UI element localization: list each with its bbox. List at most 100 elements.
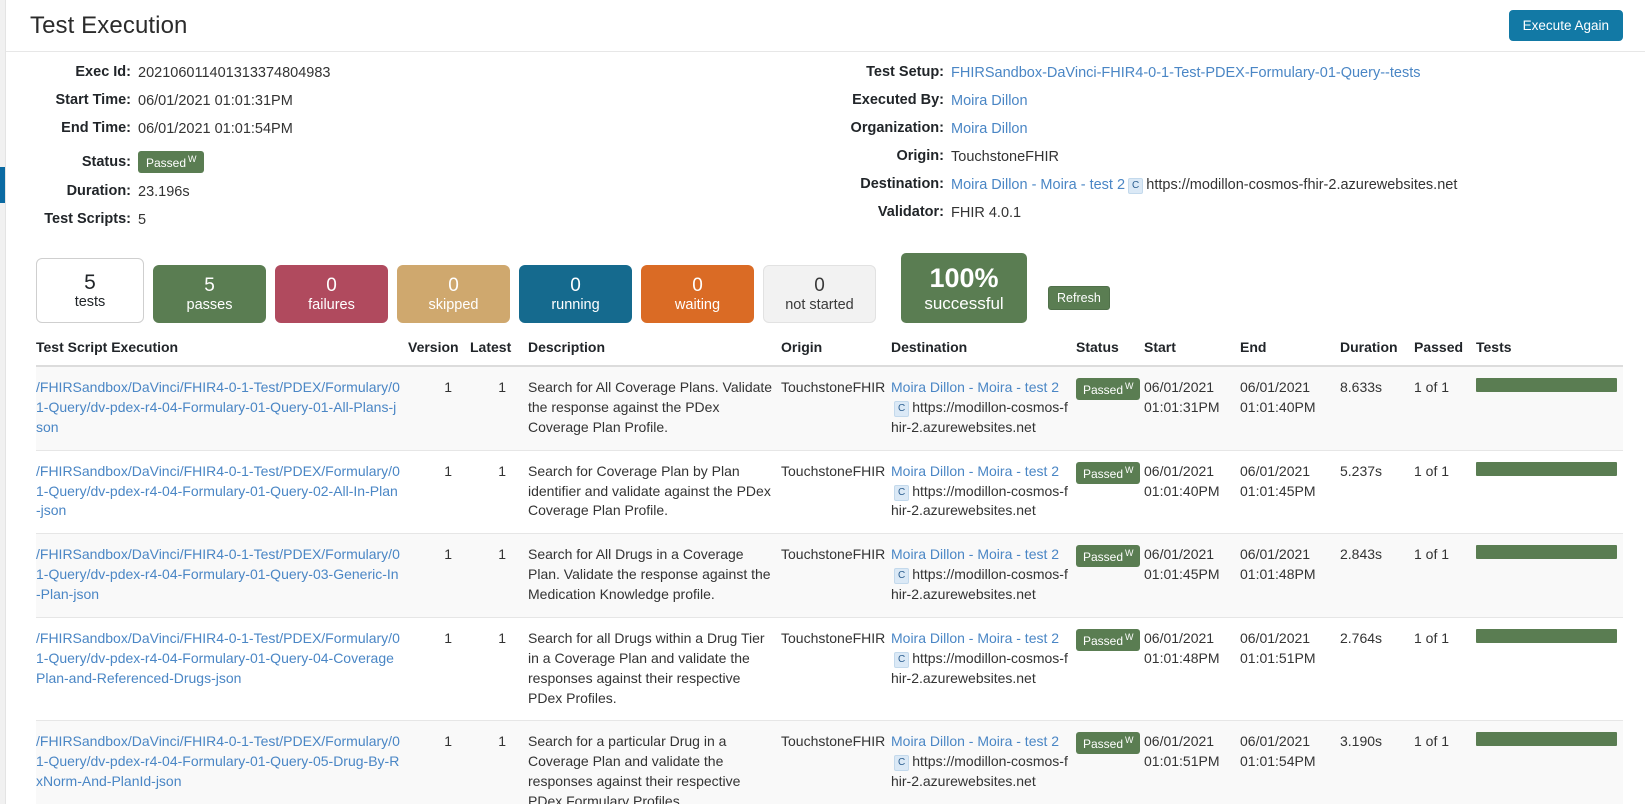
description-text: Search for All Coverage Plans. Validate … [528,379,773,435]
end-date: 06/01/2021 [1240,733,1311,750]
destination-link[interactable]: Moira Dillon - Moira - test 2 [891,630,1059,646]
meta-row: Test Scripts: 5 [6,211,436,232]
column-header-latest[interactable]: Latest [470,339,528,367]
execute-again-button[interactable]: Execute Again [1508,9,1623,42]
meta-value-link[interactable]: Moira Dillon [951,93,1028,109]
tests-progress-fill [1476,378,1617,392]
table-row[interactable]: /FHIRSandbox/DaVinci/FHIR4-0-1-Test/PDEX… [36,533,1623,618]
stat-tile-label: waiting [674,296,721,313]
start-date: 06/01/2021 [1144,379,1215,395]
meta-value-wrap: 06/01/2021 01:01:31PM [138,92,293,110]
test-script-link[interactable]: /FHIRSandbox/DaVinci/FHIR4-0-1-Test/PDEX… [36,379,400,435]
column-header-start[interactable]: Start [1144,339,1240,367]
destination-url: https://modillon-cosmos-fhir-2.azurewebs… [891,398,1068,435]
summary-left-column: Exec Id: 202106011401313374804983 Start Ti… [6,64,436,239]
duration-value: 2.843s [1340,546,1383,563]
table-row[interactable]: /FHIRSandbox/DaVinci/FHIR4-0-1-Test/PDEX… [36,450,1623,535]
destination-link[interactable]: Moira Dillon - Moira - test 2 [891,463,1059,479]
stat-tile-label: failures [308,296,355,313]
stat-tile-failures[interactable]: 0 failures [275,265,388,323]
end-time: 01:01:51PM [1240,649,1316,666]
column-header-tests[interactable]: Tests [1476,339,1623,367]
destination-url: https://modillon-cosmos-fhir-2.azurewebs… [891,566,1068,602]
stat-tile-value: 0 [326,275,337,297]
column-header-version[interactable]: Version [408,339,470,367]
duration-value: 3.190s [1340,733,1383,750]
meta-row: Executed By: Moira Dillon [436,92,1645,113]
execution-summary: Exec Id: 202106011401313374804983 Start Ti… [6,52,1645,239]
latest-value: 1 [498,733,506,750]
table-row[interactable]: /FHIRSandbox/DaVinci/FHIR4-0-1-Test/PDEX… [36,720,1623,804]
stat-tile-passes[interactable]: 5 passes [153,265,266,323]
column-header-passed[interactable]: Passed [1414,339,1476,367]
meta-value: 23.196s [138,184,190,200]
column-header-status[interactable]: Status [1076,339,1144,367]
success-rate-tile: 100% successful [901,253,1027,323]
cell-latest: 1 [470,617,528,722]
passed-value: 1 of 1 [1414,462,1450,479]
stat-tile-value: 0 [570,275,581,297]
cell-latest: 1 [470,450,528,535]
meta-row: Validator: FHIR 4.0.1 [436,204,1645,225]
meta-label: Duration: [66,183,131,199]
cell-passed: 1 of 1 [1414,450,1476,535]
test-script-link[interactable]: /FHIRSandbox/DaVinci/FHIR4-0-1-Test/PDEX… [36,463,400,519]
stat-tile-notstarted[interactable]: 0 not started [763,265,876,323]
description-text: Search for a particular Drug in a Covera… [528,733,741,804]
cell-duration: 5.237s [1340,450,1414,535]
meta-value-link[interactable]: Moira Dillon [951,121,1028,137]
destination-link[interactable]: Moira Dillon - Moira - test 2 [891,733,1059,749]
stat-tile-label: passes [186,296,233,313]
refresh-button[interactable]: Refresh [1048,285,1110,310]
test-script-executions-table-wrap: Test Script Execution Version Latest Des… [6,323,1645,804]
stat-tile-tests[interactable]: 5 tests [36,258,144,323]
tests-progress-fill [1476,461,1617,476]
test-script-link[interactable]: /FHIRSandbox/DaVinci/FHIR4-0-1-Test/PDEX… [36,630,400,686]
cell-passed: 1 of 1 [1414,366,1476,451]
destination-link[interactable]: Moira Dillon - Moira - test 2 [891,379,1059,395]
stat-tile-running[interactable]: 0 running [519,265,632,323]
cell-status: Passed W [1076,366,1144,451]
meta-row: Start Time: 06/01/2021 01:01:31PM [6,92,436,113]
stat-tile-skipped[interactable]: 0 skipped [397,265,510,323]
cell-version: 1 [408,366,470,451]
column-header-description[interactable]: Description [528,339,781,367]
cell-tests [1476,720,1623,804]
stat-tile-waiting[interactable]: 0 waiting [641,265,754,323]
status-badge-superscript: W [1125,631,1134,642]
start-date: 06/01/2021 [1144,546,1215,563]
cell-duration: 8.633s [1340,366,1414,451]
start-date: 06/01/2021 [1144,462,1215,479]
origin-value: TouchstoneFHIR [781,629,886,646]
cell-test-script-execution: /FHIRSandbox/DaVinci/FHIR4-0-1-Test/PDEX… [36,533,408,618]
cell-duration: 2.843s [1340,533,1414,618]
tests-progress-bar [1476,378,1617,392]
table-row[interactable]: /FHIRSandbox/DaVinci/FHIR4-0-1-Test/PDEX… [36,366,1623,451]
status-badge: Passed W [1076,628,1140,651]
end-time: 01:01:45PM [1240,482,1316,499]
stat-tile-value: 5 [204,275,215,297]
meta-value-wrap: 202106011401313374804983 [138,64,330,82]
cell-latest: 1 [470,720,528,804]
cell-destination: Moira Dillon - Moira - test 2 Chttps://m… [891,617,1076,722]
destination-link[interactable]: Moira Dillon - Moira - test 2 [891,546,1059,562]
column-header-origin[interactable]: Origin [781,339,891,367]
test-script-link[interactable]: /FHIRSandbox/DaVinci/FHIR4-0-1-Test/PDEX… [36,733,400,789]
test-script-link[interactable]: /FHIRSandbox/DaVinci/FHIR4-0-1-Test/PDEX… [36,546,400,602]
end-time: 01:01:54PM [1240,753,1316,770]
meta-value-link[interactable]: Moira Dillon - Moira - test 2 [951,177,1125,193]
column-header-duration[interactable]: Duration [1340,339,1414,367]
start-date: 06/01/2021 [1144,733,1215,750]
column-header-test-script-execution[interactable]: Test Script Execution [36,339,408,367]
meta-value-link[interactable]: FHIRSandbox-DaVinci-FHIR4-0-1-Test-PDEX-… [951,65,1420,81]
column-header-end[interactable]: End [1240,339,1340,367]
column-header-destination[interactable]: Destination [891,339,1076,367]
duration-value: 2.764s [1340,629,1383,646]
start-time: 01:01:51PM [1144,753,1220,770]
meta-value-wrap: Moira Dillon - Moira - test 2 Chttps://mo… [951,176,1457,194]
status-badge-label: Passed [1083,383,1124,397]
status-badge-superscript: W [188,154,197,164]
table-row[interactable]: /FHIRSandbox/DaVinci/FHIR4-0-1-Test/PDEX… [36,617,1623,722]
connection-c-icon: C [894,568,910,585]
status-badge-superscript: W [1125,381,1134,391]
